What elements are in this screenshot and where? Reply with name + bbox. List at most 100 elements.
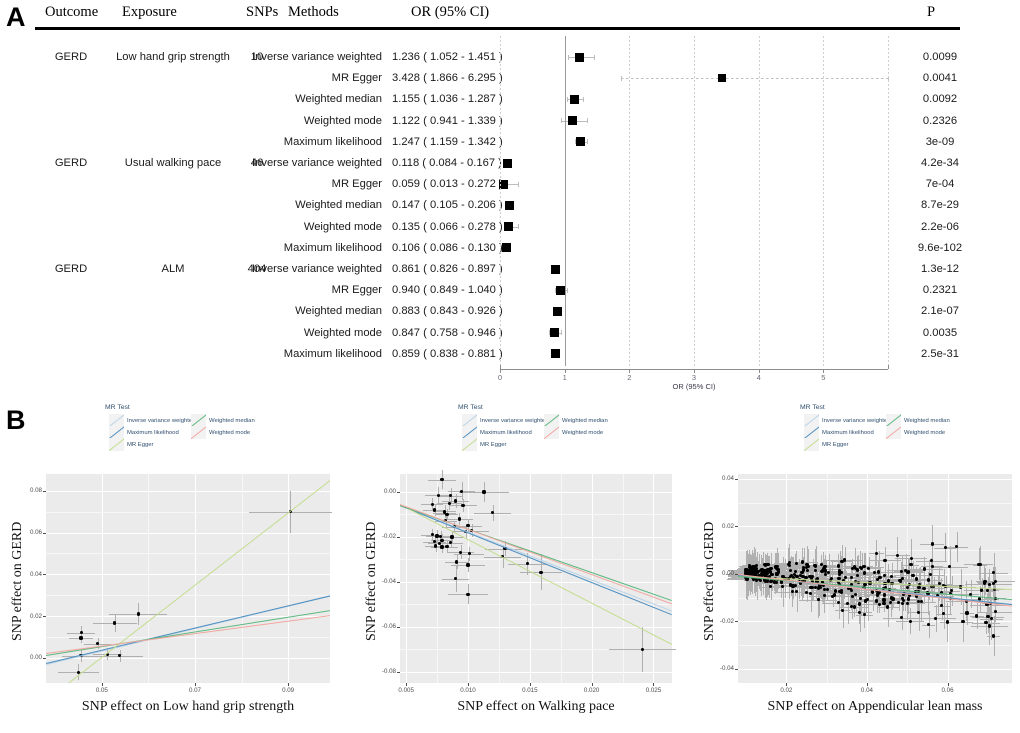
or-ci-cell: 0.059 ( 0.013 - 0.272 )	[392, 178, 503, 191]
gridline	[694, 36, 695, 366]
legend-label: Weighted median	[562, 418, 608, 424]
panel-b-scatter-plots: B 0.05 0.07 0.09 0.00 0.02 0.04 0.06 0.08 SNP ef…	[0, 396, 1020, 733]
legend-key-line	[886, 426, 901, 439]
ci-cap-low	[620, 75, 622, 81]
y-tick-label: 0.08	[29, 487, 42, 495]
p-value-cell: 2.2e-06	[921, 220, 959, 233]
y-tick-mark	[43, 574, 46, 576]
estimate-marker	[717, 74, 726, 83]
ci-cap-high	[593, 54, 595, 60]
or-ci-cell: 1.122 ( 0.941 - 1.339 )	[392, 114, 503, 127]
legend-label: Weighted mode	[562, 430, 604, 436]
method-cell: Inverse variance weighted	[252, 157, 382, 169]
y-tick-mark	[43, 490, 46, 492]
legend-label: Maximum likelihood	[480, 430, 532, 436]
ci-bar	[505, 247, 509, 249]
ci-bar	[554, 311, 560, 313]
regression-line-maximum-likelihood	[400, 505, 672, 616]
x-axis-label: SNP effect on Low hand grip strength	[81, 699, 295, 714]
legend-key-weighted-mode	[886, 426, 901, 439]
ci-cap-low	[554, 351, 556, 357]
or-ci-cell: 0.861 ( 0.826 - 0.897 )	[392, 263, 503, 275]
scatter-plot-lean-mass: 0.02 0.04 0.06 -0.04 -0.02 0.00 0.02 0.04 SNP ef…	[680, 396, 1020, 733]
x-tick-mark	[406, 683, 408, 686]
ci-cap-high	[508, 245, 510, 251]
outcome-cell: GERD	[54, 157, 88, 169]
or-ci-cell: 1.247 ( 1.159 - 1.342 )	[392, 135, 503, 148]
ci-cap-low	[506, 202, 508, 208]
axis-tick-label: 2	[627, 373, 632, 382]
or-ci-cell: 0.940 ( 0.849 - 1.040 )	[392, 284, 503, 297]
p-value-cell: 0.0041	[922, 72, 958, 85]
x-tick-mark	[194, 683, 196, 686]
x-tick-label: 0.07	[188, 687, 201, 694]
regression-lines-layer	[46, 474, 330, 683]
legend-label: MR Egger	[480, 442, 507, 448]
ci-bar	[505, 163, 511, 164]
axis-tick-label: 4	[756, 373, 761, 382]
panel-a-forest-plot: A Outcome Exposure SNPs Methods OR (95% …	[0, 0, 1020, 396]
legend-label: Maximum likelihood	[822, 430, 874, 436]
x-tick-mark	[529, 683, 531, 686]
ci-cap-low	[505, 160, 507, 166]
scatter-plot-walking-pace: 0.005 0.010 0.015 0.020 0.025 -0.08 -0.06 -0.04…	[340, 396, 680, 733]
method-cell: MR Egger	[331, 284, 382, 297]
y-tick-label: -0.04	[719, 665, 734, 673]
x-tick-mark	[468, 683, 469, 686]
axis-tick-label: 1	[562, 373, 567, 382]
axis-tick-label: 0	[497, 373, 503, 382]
ci-cap-low	[554, 308, 556, 314]
y-tick-mark	[735, 573, 738, 575]
estimate-marker	[550, 328, 560, 338]
ci-bar	[554, 290, 568, 292]
ci-bar	[506, 205, 514, 207]
or-ci-cell: 0.859 ( 0.838 - 0.881 )	[392, 347, 503, 360]
y-tick-mark	[397, 536, 400, 538]
estimate-marker	[568, 116, 578, 126]
legend-label: Weighted median	[209, 418, 255, 424]
ci-cap-high	[513, 202, 515, 208]
method-cell: Maximum likelihood	[283, 135, 382, 148]
legend-title: MR Test	[800, 404, 825, 411]
estimate-marker	[570, 94, 580, 104]
x-tick-label: 0.020	[583, 687, 600, 694]
legend-key-weighted-mode	[544, 426, 559, 439]
y-tick-mark	[43, 657, 46, 659]
outcome-cell: GERD	[54, 51, 88, 63]
ci-cap-high	[517, 224, 519, 230]
or-ci-cell: 0.106 ( 0.086 - 0.130 )	[392, 241, 503, 254]
p-value-cell: 0.0035	[922, 326, 958, 339]
x-tick-label: 0.015	[522, 687, 538, 694]
estimate-marker	[552, 306, 562, 316]
x-tick-mark	[786, 683, 788, 686]
scatter-plot-grip-strength: 0.05 0.07 0.09 0.00 0.02 0.04 0.06 0.08 SNP effe…	[0, 396, 340, 733]
outcome-cell: GERD	[54, 263, 88, 275]
ci-cap-low	[568, 54, 570, 60]
x-axis-label: SNP effect on Walking pace	[457, 699, 615, 714]
column-header-or: OR (95% CI)	[411, 4, 490, 20]
x-tick-label: 0.010	[460, 687, 476, 694]
axis-tick	[823, 369, 825, 373]
estimate-marker	[575, 52, 585, 62]
ci-cap-low	[566, 96, 568, 102]
estimate-marker	[551, 264, 561, 274]
method-cell: Inverse variance weighted	[252, 263, 382, 275]
method-cell: Weighted mode	[303, 114, 382, 127]
y-tick-label: 0.04	[721, 475, 734, 483]
reference-line	[564, 36, 566, 366]
ci-bar	[566, 99, 584, 101]
method-cell: Weighted mode	[303, 220, 382, 233]
gridline	[888, 36, 889, 366]
x-tick-label: 0.04	[860, 687, 873, 694]
p-value-cell: 4.2e-34	[921, 157, 959, 169]
ci-cap-high	[586, 139, 588, 145]
ci-bar	[549, 332, 562, 334]
or-ci-cell: 3.428 ( 1.866 - 6.295 )	[392, 72, 503, 85]
y-tick-mark	[43, 616, 46, 618]
p-value-cell: 1.3e-12	[921, 263, 959, 275]
regression-lines-layer	[738, 474, 1012, 683]
regression-line-mr-egger	[400, 503, 672, 645]
p-value-cell: 0.0099	[922, 51, 958, 63]
legend-key-mr-egger	[804, 438, 819, 451]
ci-cap-low	[553, 266, 555, 272]
